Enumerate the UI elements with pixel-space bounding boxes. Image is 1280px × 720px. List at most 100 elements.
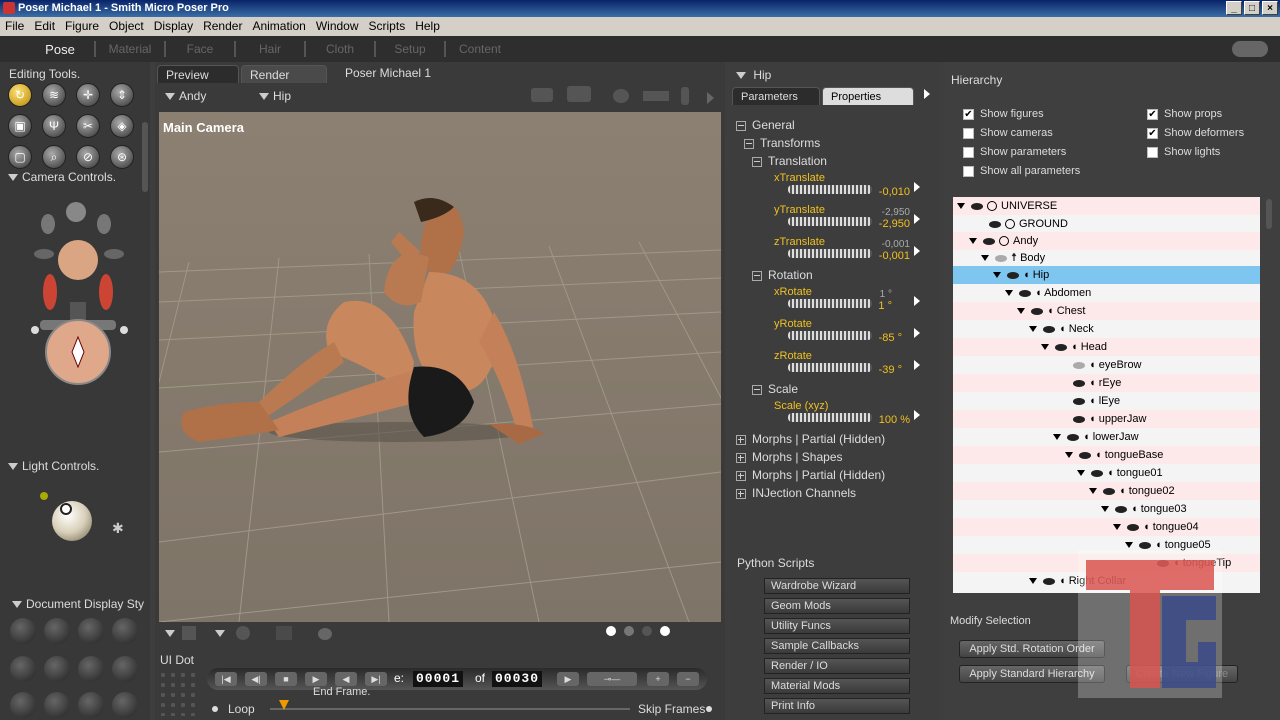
view-magnifier-tool-icon[interactable]: ⌕ — [42, 145, 66, 169]
room-tab-setup[interactable]: Setup — [380, 42, 440, 56]
group-general[interactable]: General — [736, 118, 795, 132]
document-display-header[interactable]: Document Display Sty — [12, 597, 150, 611]
light-handle-icon[interactable] — [60, 503, 72, 515]
eye-icon[interactable] — [1043, 325, 1055, 333]
tab-render[interactable]: Render — [241, 65, 327, 83]
eye-icon[interactable] — [971, 202, 983, 210]
hierarchy-scrollbar[interactable] — [1266, 199, 1272, 229]
add-keyframe-button[interactable]: + — [647, 672, 669, 686]
tree-row[interactable]: ◖ Head — [953, 338, 1260, 356]
camera-controls-header[interactable]: Camera Controls. — [8, 170, 116, 184]
camera-head-icon[interactable] — [58, 240, 98, 280]
tree-row[interactable]: ◖ Chest — [953, 302, 1260, 320]
params-actor-header[interactable]: Hip — [736, 68, 771, 82]
tree-row[interactable]: ◖ tongue04 — [953, 518, 1260, 536]
eye-icon[interactable] — [1073, 397, 1085, 405]
timeline-slider[interactable] — [270, 708, 630, 710]
expand-triangle-icon[interactable] — [1089, 488, 1097, 495]
twist-tool-icon[interactable]: ≋ — [42, 83, 66, 107]
flyaround-icon[interactable] — [34, 249, 54, 259]
camera-dot-icon[interactable] — [120, 326, 128, 334]
left-scrollbar[interactable] — [142, 122, 148, 192]
eye-icon[interactable] — [995, 254, 1007, 262]
tree-row[interactable]: ◖ tongue01 — [953, 464, 1260, 482]
tree-row[interactable]: ◖ upperJaw — [953, 410, 1260, 428]
menu-scripts[interactable]: Scripts — [364, 17, 411, 36]
dial-value[interactable]: 1 ° — [842, 300, 892, 312]
eye-icon[interactable] — [1079, 451, 1091, 459]
tree-row[interactable]: ◖ tongue02 — [953, 482, 1260, 500]
dial-value[interactable]: 100 % — [860, 414, 910, 426]
prev-frame-button[interactable]: ◀ — [335, 672, 357, 686]
dial-menu-arrow-icon[interactable] — [914, 296, 920, 306]
keyframes-button[interactable]: ⊸— — [587, 672, 637, 686]
menu-display[interactable]: Display — [149, 17, 198, 36]
play-button[interactable]: ▶ — [305, 672, 327, 686]
expand-triangle-icon[interactable] — [1113, 524, 1121, 531]
maximize-button[interactable]: □ — [1244, 1, 1260, 15]
display-style-cartoon-icon[interactable] — [112, 656, 138, 682]
group-injection-channels[interactable]: INJection Channels — [736, 486, 856, 500]
light-controls-header[interactable]: Light Controls. — [8, 459, 99, 473]
layout-dot-icon[interactable] — [606, 626, 616, 636]
python-geom-mods-button[interactable]: Geom Mods — [764, 598, 910, 614]
tab-properties[interactable]: Properties — [822, 87, 914, 105]
show-cameras-checkbox[interactable]: Show cameras — [963, 127, 1053, 139]
move-xy-icon[interactable] — [99, 274, 113, 310]
dial-menu-arrow-icon[interactable] — [914, 182, 920, 192]
menu-file[interactable]: File — [0, 17, 29, 36]
skip-frames-toggle[interactable] — [706, 706, 712, 712]
menu-help[interactable]: Help — [410, 17, 445, 36]
total-frames-field[interactable]: 00030 — [492, 671, 543, 687]
display-style-smooth-lined-icon[interactable] — [78, 692, 104, 718]
show-props-checkbox[interactable]: ✔ Show props — [1147, 108, 1222, 120]
room-tab-material[interactable]: Material — [100, 42, 160, 56]
stop-button[interactable]: ■ — [275, 672, 297, 686]
group-morphs-shapes[interactable]: Morphs | Shapes — [736, 450, 843, 464]
expand-triangle-icon[interactable] — [969, 238, 977, 245]
python-print-info-button[interactable]: Print Info — [764, 698, 910, 714]
room-tab-face[interactable]: Face — [170, 42, 230, 56]
group-translation[interactable]: Translation — [752, 154, 827, 168]
move-view-icon[interactable] — [643, 91, 669, 101]
tree-row[interactable]: ☨ Body — [953, 249, 1260, 267]
dial-menu-arrow-icon[interactable] — [914, 214, 920, 224]
expand-triangle-icon[interactable] — [1005, 290, 1013, 297]
dial-value[interactable]: -85 ° — [852, 332, 902, 344]
eye-icon[interactable] — [1031, 307, 1043, 315]
dial-value[interactable]: -0,001 — [860, 250, 910, 262]
menu-window[interactable]: Window — [311, 17, 364, 36]
light-select-icon[interactable] — [613, 89, 629, 103]
shadows-icon[interactable] — [236, 626, 250, 640]
3d-viewport[interactable]: Main Camera — [159, 112, 721, 622]
eye-icon[interactable] — [1073, 361, 1085, 369]
eye-icon[interactable] — [1139, 541, 1151, 549]
expand-triangle-icon[interactable] — [1029, 326, 1037, 333]
show-parameters-checkbox[interactable]: Show parameters — [963, 146, 1066, 158]
dial-menu-arrow-icon[interactable] — [914, 246, 920, 256]
grouping-tool-icon[interactable]: ▢ — [8, 145, 32, 169]
camera-icon[interactable] — [531, 88, 553, 102]
layout-dot-icon[interactable] — [624, 626, 634, 636]
display-style-flat-lined-icon[interactable] — [78, 656, 104, 682]
camera-select-icon[interactable] — [567, 86, 591, 102]
tree-row[interactable]: ◖ eyeBrow — [953, 356, 1260, 374]
actor-select-menu[interactable]: Hip — [259, 89, 291, 103]
ui-dot-grid[interactable] — [158, 670, 198, 716]
scale-tool-icon[interactable]: ▣ — [8, 114, 32, 138]
taper-tool-icon[interactable]: Ψ — [42, 114, 66, 138]
tree-row[interactable]: UNIVERSE — [953, 197, 1260, 215]
display-style-hidden-line-icon[interactable] — [112, 618, 138, 644]
python-material-mods-button[interactable]: Material Mods — [764, 678, 910, 694]
group-rotation[interactable]: Rotation — [752, 268, 813, 282]
group-morphs-partial-2[interactable]: Morphs | Partial (Hidden) — [736, 468, 885, 482]
room-tab-cloth[interactable]: Cloth — [310, 42, 370, 56]
dial-menu-arrow-icon[interactable] — [914, 360, 920, 370]
figure-model[interactable] — [181, 198, 544, 444]
move-xz-icon[interactable] — [43, 274, 57, 310]
display-style-smooth-shaded-icon[interactable] — [44, 692, 70, 718]
prev-key-button[interactable]: ◀| — [245, 672, 267, 686]
loop-toggle[interactable] — [212, 706, 218, 712]
dial-value[interactable]: -2,950 — [860, 218, 910, 230]
light-sphere-icon[interactable] — [52, 501, 92, 541]
